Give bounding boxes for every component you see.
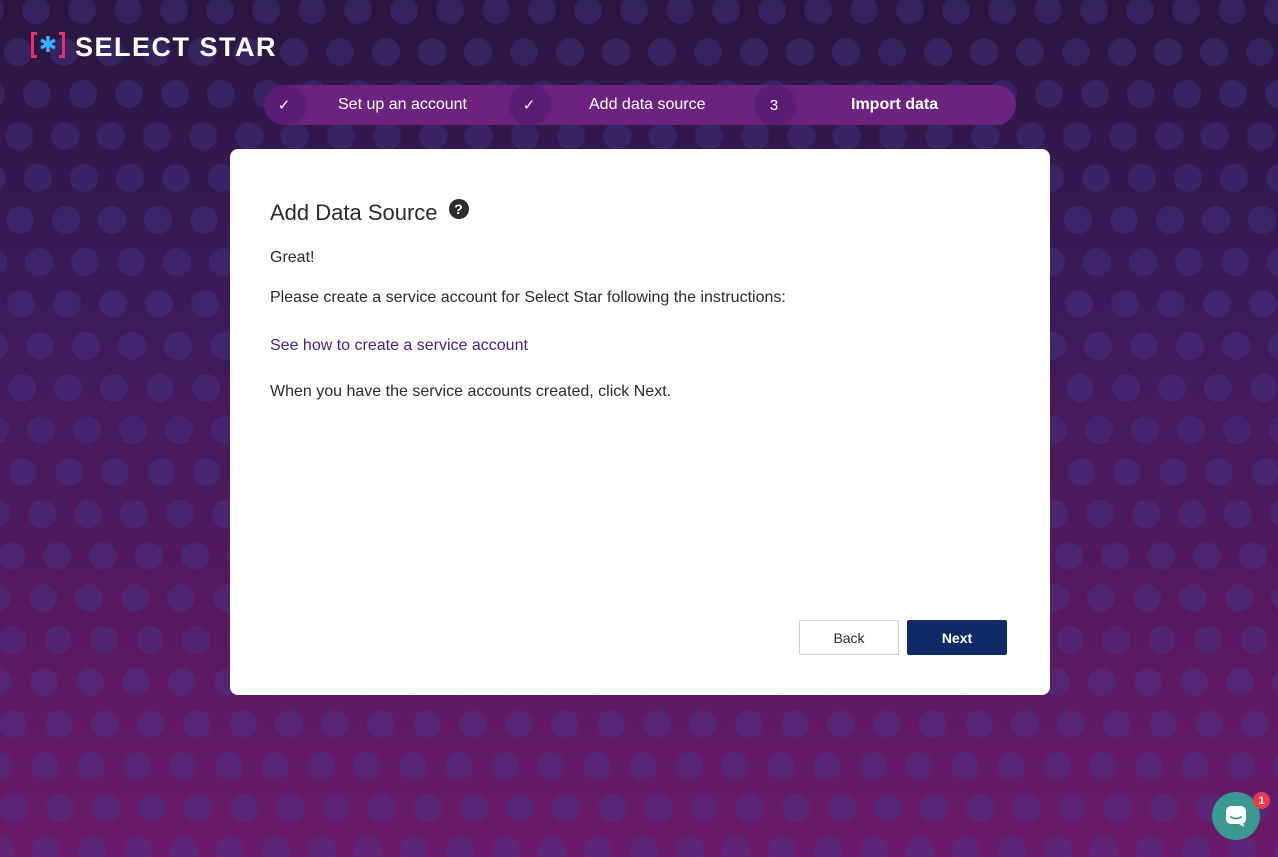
brand-name: SELECT STAR — [75, 32, 278, 62]
step-label: Import data — [851, 96, 939, 113]
checkmark-icon: ✓ — [509, 85, 549, 125]
step-label: Add data source — [589, 96, 706, 113]
checkmark-icon: ✓ — [264, 85, 304, 125]
step-number: 3 — [754, 85, 794, 125]
greeting-text: Great! — [270, 249, 315, 266]
progress-stepper: ✓ Set up an account ✓ Add data source 3 … — [264, 85, 1016, 125]
app-root: ✱ SELECT STAR ✓ Set up an account ✓ Add … — [0, 0, 1278, 857]
next-button[interactable]: Next — [907, 620, 1007, 655]
notification-badge: 1 — [1253, 792, 1270, 809]
page-title-text: Add Data Source — [270, 200, 438, 225]
page-title: Add Data Source ? — [270, 199, 469, 227]
brand-logo[interactable]: ✱ SELECT STAR — [31, 32, 277, 62]
question-circle-icon[interactable]: ? — [448, 199, 469, 219]
back-button[interactable]: Back — [799, 620, 899, 655]
add-data-source-card: Add Data Source ? Great! Please create a… — [230, 149, 1050, 695]
instructions-text: Please create a service account for Sele… — [270, 289, 786, 306]
service-account-help-link[interactable]: See how to create a service account — [270, 336, 528, 356]
step-label: Set up an account — [338, 96, 467, 113]
next-hint-text: When you have the service accounts creat… — [270, 383, 672, 400]
chat-bubble-icon — [1226, 806, 1246, 827]
bracket-asterisk-logo-icon: ✱ — [31, 32, 65, 62]
